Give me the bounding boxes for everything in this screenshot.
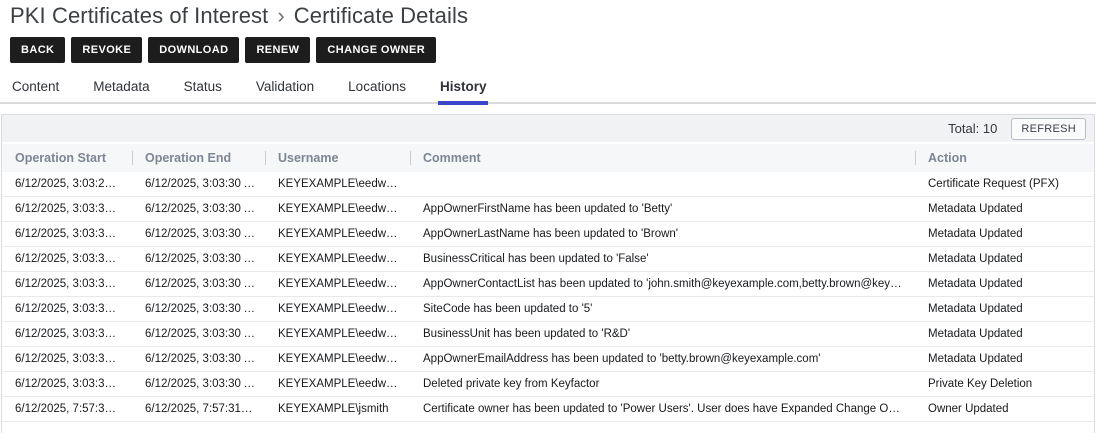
cell-comment: AppOwnerContactList has been updated to … [410,272,915,297]
cell-action: Metadata Updated [915,297,1094,322]
cell-username: KEYEXAMPLE\eedwards [265,247,410,272]
cell-comment: AppOwnerEmailAddress has been updated to… [410,347,915,372]
table-header: Operation StartOperation EndUsernameComm… [2,144,1094,172]
breadcrumb-parent: PKI Certificates of Interest [10,3,268,28]
cell-operation-start: 6/12/2025, 3:03:30 AM [2,322,132,347]
history-panel: Total: 10 REFRESH Operation StartOperati… [1,114,1095,433]
cell-action: Certificate Request (PFX) [915,172,1094,197]
cell-operation-end: 6/12/2025, 7:57:31 PM [132,397,265,422]
cell-comment: BusinessUnit has been updated to 'R&D' [410,322,915,347]
action-button-bar: BACKREVOKEDOWNLOADRENEWCHANGE OWNER [0,29,1096,63]
cell-action: Owner Updated [915,397,1094,422]
cell-action: Metadata Updated [915,322,1094,347]
column-header-comment: Comment [410,144,915,172]
cell-operation-end: 6/12/2025, 3:03:30 AM [132,222,265,247]
cell-operation-start: 6/12/2025, 3:03:29 AM [2,172,132,197]
table-row: 6/12/2025, 3:03:30 AM6/12/2025, 3:03:30 … [2,247,1094,272]
cell-username: KEYEXAMPLE\eedwards [265,272,410,297]
table-row: 6/12/2025, 3:03:30 AM6/12/2025, 3:03:30 … [2,197,1094,222]
cell-comment: SiteCode has been updated to '5' [410,297,915,322]
cell-operation-start: 6/12/2025, 3:03:30 AM [2,297,132,322]
cell-username: KEYEXAMPLE\eedwards [265,197,410,222]
cell-operation-end: 6/12/2025, 3:03:30 AM [132,297,265,322]
cell-action: Metadata Updated [915,347,1094,372]
cell-action: Metadata Updated [915,222,1094,247]
back-button[interactable]: BACK [10,37,65,63]
table-row: 6/12/2025, 3:03:30 AM6/12/2025, 3:03:30 … [2,372,1094,397]
cell-username: KEYEXAMPLE\eedwards [265,322,410,347]
cell-username: KEYEXAMPLE\eedwards [265,297,410,322]
cell-operation-end: 6/12/2025, 3:03:30 AM [132,272,265,297]
page-title: PKI Certificates of Interest › Certificate… [0,0,1096,29]
change-owner-button[interactable]: CHANGE OWNER [316,37,436,63]
cell-operation-end: 6/12/2025, 3:03:30 AM [132,172,265,197]
cell-operation-start: 6/12/2025, 3:03:30 AM [2,272,132,297]
history-table: Operation StartOperation EndUsernameComm… [2,144,1094,422]
cell-comment: BusinessCritical has been updated to 'Fa… [410,247,915,272]
revoke-button[interactable]: REVOKE [71,37,142,63]
tab-validation[interactable]: Validation [254,75,316,105]
table-row: 6/12/2025, 3:03:29 AM6/12/2025, 3:03:30 … [2,172,1094,197]
renew-button[interactable]: RENEW [245,37,310,63]
table-row: 6/12/2025, 3:03:30 AM6/12/2025, 3:03:30 … [2,347,1094,372]
cell-operation-start: 6/12/2025, 3:03:30 AM [2,222,132,247]
cell-comment: Certificate owner has been updated to 'P… [410,397,915,422]
tab-locations[interactable]: Locations [346,75,408,105]
refresh-button[interactable]: REFRESH [1011,118,1086,140]
cell-operation-end: 6/12/2025, 3:03:30 AM [132,322,265,347]
breadcrumb-current: Certificate Details [294,3,468,28]
cell-operation-end: 6/12/2025, 3:03:30 AM [132,347,265,372]
cell-operation-start: 6/12/2025, 3:03:30 AM [2,372,132,397]
cell-action: Metadata Updated [915,247,1094,272]
download-button[interactable]: DOWNLOAD [148,37,239,63]
cell-username: KEYEXAMPLE\eedwards [265,347,410,372]
cell-username: KEYEXAMPLE\eedwards [265,172,410,197]
table-toolbar: Total: 10 REFRESH [2,115,1094,144]
cell-username: KEYEXAMPLE\eedwards [265,222,410,247]
cell-operation-start: 6/12/2025, 7:57:31 PM [2,397,132,422]
table-row: 6/12/2025, 3:03:30 AM6/12/2025, 3:03:30 … [2,272,1094,297]
cell-action: Private Key Deletion [915,372,1094,397]
cell-comment [410,172,915,197]
cell-operation-start: 6/12/2025, 3:03:30 AM [2,197,132,222]
cell-username: KEYEXAMPLE\eedwards [265,372,410,397]
table-row: 6/12/2025, 3:03:30 AM6/12/2025, 3:03:30 … [2,222,1094,247]
column-header-operation-start: Operation Start [2,144,132,172]
table-row: 6/12/2025, 7:57:31 PM6/12/2025, 7:57:31 … [2,397,1094,422]
certificate-details-page: PKI Certificates of Interest › Certificate… [0,0,1096,433]
cell-operation-end: 6/12/2025, 3:03:30 AM [132,197,265,222]
cell-operation-end: 6/12/2025, 3:03:30 AM [132,247,265,272]
table-row: 6/12/2025, 3:03:30 AM6/12/2025, 3:03:30 … [2,297,1094,322]
cell-operation-end: 6/12/2025, 3:03:30 AM [132,372,265,397]
tab-history[interactable]: History [438,75,489,105]
tab-content[interactable]: Content [10,75,61,105]
table-row: 6/12/2025, 3:03:30 AM6/12/2025, 3:03:30 … [2,322,1094,347]
cell-comment: AppOwnerFirstName has been updated to 'B… [410,197,915,222]
tab-bar: Content Metadata Status Validation Locations… [0,75,1096,104]
total-count: Total: 10 [948,121,997,136]
tab-status[interactable]: Status [182,75,224,105]
cell-username: KEYEXAMPLE\jsmith [265,397,410,422]
column-header-operation-end: Operation End [132,144,265,172]
tab-metadata[interactable]: Metadata [91,75,151,105]
column-header-action: Action [915,144,1094,172]
cell-comment: Deleted private key from Keyfactor [410,372,915,397]
cell-action: Metadata Updated [915,197,1094,222]
cell-operation-start: 6/12/2025, 3:03:30 AM [2,247,132,272]
breadcrumb-chevron-icon: › [277,3,284,28]
cell-operation-start: 6/12/2025, 3:03:30 AM [2,347,132,372]
cell-comment: AppOwnerLastName has been updated to 'Br… [410,222,915,247]
column-header-username: Username [265,144,410,172]
cell-action: Metadata Updated [915,272,1094,297]
